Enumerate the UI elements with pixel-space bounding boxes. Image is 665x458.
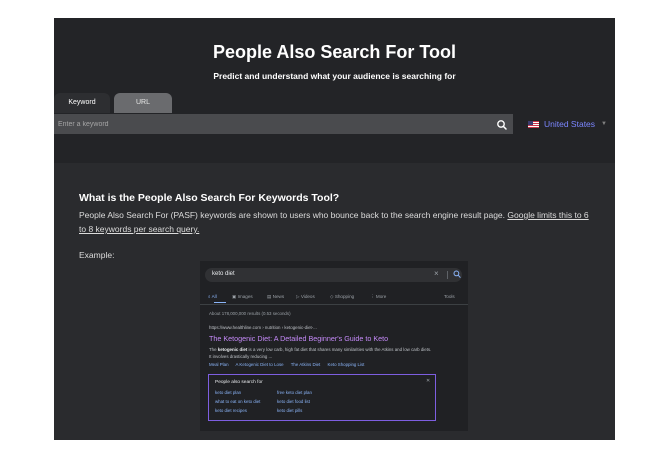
serp-sitelink: Keto Shopping List — [327, 362, 365, 367]
pasf-item: what to eat on keto diet — [215, 399, 261, 404]
pasf-box: People also search for ✕ keto diet plan … — [208, 374, 436, 421]
country-label: United States — [544, 119, 596, 129]
serp-sitelink: A Ketogenic Diet to Lose — [235, 362, 284, 367]
serp-tab-tools: Tools — [444, 294, 455, 299]
search-bar — [54, 114, 513, 134]
search-icon[interactable] — [496, 118, 508, 130]
serp-result-title: The Ketogenic Diet: A Detailed Beginner'… — [209, 334, 389, 343]
serp-tab-news: ▤ News — [267, 294, 285, 299]
serp-result-url: https://www.healthline.com › nutrition ›… — [209, 325, 317, 330]
page-subtitle: Predict and understand what your audienc… — [213, 71, 456, 81]
serp-tab-more: ⋮ More — [370, 294, 387, 299]
serp-rule — [200, 304, 468, 305]
serp-sitelink: Meal Plan — [209, 362, 229, 367]
pasf-item: free keto diet plan — [277, 390, 312, 395]
serp-search-box: keto diet × — [205, 268, 462, 282]
tab-keyword[interactable]: Keyword — [54, 93, 110, 113]
example-label: Example: — [79, 250, 115, 260]
serp-results-count: About 178,000,000 results (0.53 seconds) — [209, 311, 291, 316]
serp-sitelink: The Atkins Diet — [290, 362, 321, 367]
country-select[interactable]: United States ▼ — [520, 114, 615, 134]
us-flag-icon — [528, 120, 539, 128]
serp-tab-videos: ▷ Videos — [296, 294, 315, 299]
pasf-item: keto diet food list — [277, 399, 310, 404]
pasf-item: keto diet pills — [277, 408, 303, 413]
serp-divider — [447, 271, 448, 279]
serp-sitelinks: Meal Plan A Ketogenic Diet to Lose The A… — [209, 362, 370, 367]
serp-tab-shopping: ◇ Shopping — [330, 294, 355, 299]
pasf-item: keto diet plan — [215, 390, 242, 395]
info-paragraph-text: People Also Search For (PASF) keywords a… — [79, 210, 506, 220]
keyword-search-input[interactable] — [58, 114, 488, 134]
app-window: People Also Search For Tool Predict and … — [54, 18, 615, 440]
tab-url[interactable]: URL — [114, 93, 172, 113]
serp-query: keto diet — [212, 271, 235, 277]
serp-tab-images: ▣ Images — [232, 294, 253, 299]
example-serp-screenshot: keto diet × ⌕ All ▣ Images ▤ News ▷ Vide… — [200, 261, 468, 431]
pasf-title: People also search for — [215, 380, 263, 385]
serp-tab-all: ⌕ All — [208, 294, 217, 299]
info-paragraph: People Also Search For (PASF) keywords a… — [79, 208, 589, 236]
serp-result-snippet: The ketogenic diet is a very low carb, h… — [209, 347, 432, 359]
chevron-down-icon: ▼ — [601, 121, 607, 127]
close-icon: × — [434, 269, 439, 278]
pasf-item: keto diet recipes — [215, 408, 247, 413]
close-icon: ✕ — [426, 378, 431, 384]
info-heading: What is the People Also Search For Keywo… — [79, 192, 340, 204]
hero-header: People Also Search For Tool Predict and … — [54, 18, 615, 163]
page-title: People Also Search For Tool — [212, 42, 457, 62]
serp-tab-underline — [214, 302, 226, 303]
search-icon — [453, 270, 461, 278]
serp-tabs: ⌕ All ▣ Images ▤ News ▷ Videos ◇ Shoppin… — [208, 294, 463, 303]
